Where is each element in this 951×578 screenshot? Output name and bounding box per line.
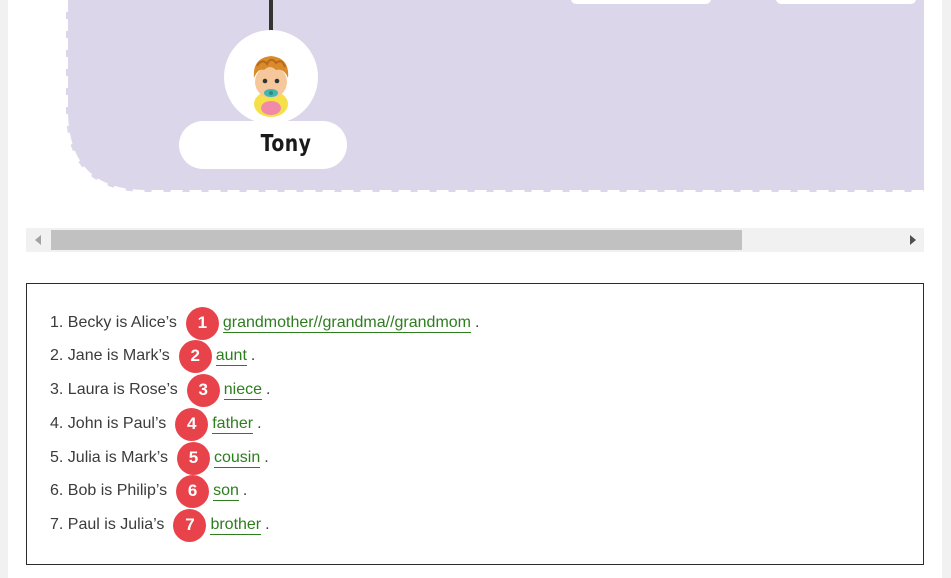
question-prompt: 1. Becky is Alice’s [50, 314, 177, 331]
sentence-period: . [257, 415, 262, 432]
answer-field[interactable]: father [212, 415, 254, 434]
question-number-badge: 1 [185, 306, 219, 340]
question-row: 1. Becky is Alice’s 1 grandmother//grand… [50, 306, 480, 340]
scroll-left-arrow-icon[interactable] [35, 235, 41, 245]
tree-connector-line [269, 0, 273, 34]
question-number-badge: 7 [173, 508, 207, 542]
answer-field[interactable]: aunt [215, 347, 247, 366]
answer-field[interactable]: son [213, 482, 239, 501]
question-number-badge: 6 [176, 474, 210, 508]
tree-top-tab [776, 0, 916, 4]
answer-field[interactable]: brother [210, 516, 262, 535]
question-row: 3. Laura is Rose’s 3 niece . [50, 373, 271, 407]
question-prompt: 5. Julia is Mark’s [50, 449, 168, 466]
answer-field[interactable]: niece [223, 381, 263, 400]
person-name-label: Tony [260, 131, 312, 157]
sentence-period: . [475, 314, 480, 331]
question-prompt: 4. John is Paul’s [50, 415, 167, 432]
sentence-period: . [242, 482, 248, 499]
question-prompt: 7. Paul is Julia’s [50, 516, 165, 533]
page: Tony 1. Becky is Alice’s 1 grandmother//… [8, 0, 942, 578]
sentence-period: . [265, 516, 270, 533]
family-tree-image: Tony [26, 0, 924, 228]
question-number-badge: 2 [178, 339, 212, 373]
question-row: 7. Paul is Julia’s 7 brother . [50, 508, 270, 542]
question-row: 6. Bob is Philip’s 6 son . [50, 474, 248, 508]
question-number-badge: 3 [186, 373, 220, 407]
family-tree-illustration [64, 0, 924, 194]
question-row: 2. Jane is Mark’s 2 aunt . [50, 339, 256, 373]
scrollbar-thumb[interactable] [51, 230, 742, 250]
question-row: 4. John is Paul’s 4 father . [50, 407, 262, 441]
exercise-box: 1. Becky is Alice’s 1 grandmother//grand… [26, 283, 924, 565]
question-number-badge: 4 [175, 407, 209, 441]
sentence-period: . [264, 449, 269, 466]
question-number-badge: 5 [176, 441, 210, 475]
question-prompt: 3. Laura is Rose’s [50, 381, 178, 398]
baby-avatar-icon [253, 56, 289, 117]
scroll-right-arrow-icon[interactable] [910, 235, 916, 245]
sentence-period: . [250, 347, 256, 364]
horizontal-scrollbar[interactable] [26, 228, 924, 252]
question-row: 5. Julia is Mark’s 5 cousin . [50, 441, 269, 475]
question-prompt: 6. Bob is Philip’s [50, 482, 168, 499]
question-prompt: 2. Jane is Mark’s [50, 347, 170, 364]
tree-top-tab [571, 0, 711, 4]
answer-field[interactable]: grandmother//grandma//grandmom [222, 314, 471, 333]
answer-field[interactable]: cousin [213, 449, 261, 468]
sentence-period: . [266, 381, 271, 398]
